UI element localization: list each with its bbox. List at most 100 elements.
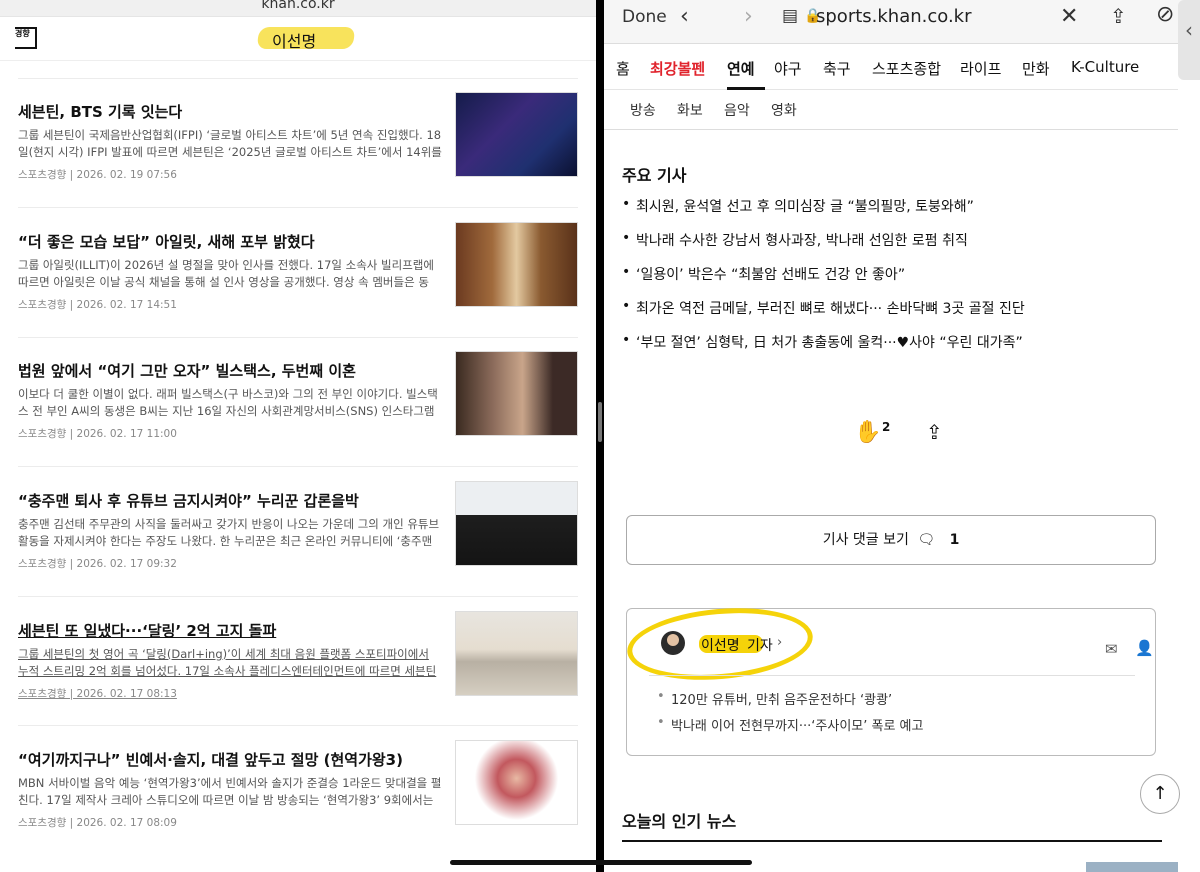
- subnav-item[interactable]: 영화: [771, 100, 797, 120]
- clap-count: 2: [882, 420, 891, 434]
- subnav-item[interactable]: 음악: [724, 100, 750, 120]
- reporter-articles: 120만 유튜버, 만취 음주운전하다 ‘쾅쾅’ 박나래 이어 전현무까지···…: [657, 689, 923, 741]
- article-meta: 스포츠경향 | 2026. 02. 17 08:09: [18, 817, 177, 829]
- divider: [18, 466, 578, 467]
- key-article-link[interactable]: ‘부모 절연’ 심형탁, 日 처가 총출동에 울컥···♥사야 “우린 대가족”: [622, 332, 1162, 366]
- sub-nav: 방송 화보 음악 영화: [604, 90, 1178, 130]
- article-item[interactable]: 법원 앞에서 “여기 그만 오자” 빌스택스, 두번째 이혼 이보다 더 쿨한 …: [18, 351, 578, 470]
- popular-news-title: 오늘의 인기 뉴스: [622, 812, 737, 831]
- share-icon[interactable]: ⇪: [926, 420, 943, 444]
- comment-icon: 🗨: [917, 532, 936, 548]
- key-article-link[interactable]: 박나래 수사한 강남서 형사과장, 박나래 선임한 로펌 취직: [622, 230, 1162, 264]
- article-thumbnail[interactable]: [455, 222, 578, 307]
- article-title[interactable]: 세븐틴 또 일냈다···‘달링’ 2억 고지 돌파: [18, 620, 448, 641]
- share-icon[interactable]: ⇪: [1110, 4, 1127, 28]
- nav-item[interactable]: 스포츠종합: [872, 58, 941, 79]
- compass-icon[interactable]: ⊘: [1156, 2, 1174, 27]
- divider: [18, 337, 578, 338]
- article-thumbnail[interactable]: [455, 92, 578, 177]
- category-nav: 홈 최강볼펜 연예 야구 축구 스포츠종합 라이프 만화 K-Culture: [604, 44, 1178, 90]
- reporter-card: 이선명 기자 › ✉ 👤 120만 유튜버, 만취 음주운전하다 ‘쾅쾅’ 박나…: [624, 601, 1156, 756]
- article-actions: ✋ 2 ⇪: [854, 420, 964, 450]
- article-summary: 그룹 세븐틴의 첫 영어 곡 ‘달링(Darl+ing)’이 세계 최대 음원 …: [18, 647, 437, 678]
- mail-icon[interactable]: ✉: [1105, 640, 1118, 658]
- back-icon[interactable]: ‹: [680, 4, 689, 29]
- divider: [18, 596, 578, 597]
- view-comments-button[interactable]: 기사 댓글 보기 🗨 1: [626, 515, 1156, 565]
- divider: [649, 675, 1135, 676]
- article-title[interactable]: “여기까지구나” 빈예서·솔지, 대결 앞두고 절망 (현역가왕3): [18, 749, 448, 770]
- article-item[interactable]: “여기까지구나” 빈예서·솔지, 대결 앞두고 절망 (현역가왕3) MBN 서…: [18, 740, 578, 859]
- nav-item[interactable]: 야구: [774, 58, 802, 79]
- article-meta: 스포츠경향 | 2026. 02. 17 09:32: [18, 558, 177, 570]
- article-title[interactable]: 세븐틴, BTS 기록 잇는다: [18, 101, 448, 122]
- page-title: 이선명: [272, 32, 317, 51]
- article-thumbnail[interactable]: [455, 351, 578, 436]
- comments-label: 기사 댓글 보기: [822, 532, 909, 548]
- nav-item[interactable]: K-Culture: [1071, 58, 1139, 76]
- article-title[interactable]: “더 좋은 모습 보답” 아일릿, 새해 포부 밝혔다: [18, 231, 448, 252]
- arrow-up-icon: ↑: [1152, 783, 1168, 804]
- reporter-role[interactable]: 기자: [747, 635, 773, 655]
- split-handle[interactable]: [598, 402, 602, 442]
- home-indicator[interactable]: [450, 860, 752, 865]
- khan-logo[interactable]: 경향: [15, 27, 37, 49]
- article-meta: 스포츠경향 | 2026. 02. 17 14:51: [18, 299, 177, 311]
- site-header: 경향 이선명: [0, 17, 596, 61]
- key-article-link[interactable]: ‘일용이’ 박은수 “최불암 선배도 건강 안 좋아”: [622, 264, 1162, 298]
- follow-icon[interactable]: 👤: [1135, 639, 1154, 657]
- divider: [18, 78, 578, 79]
- nav-item[interactable]: 최강볼펜: [650, 58, 705, 79]
- sidebar-tab[interactable]: ‹: [1178, 0, 1200, 80]
- subnav-item[interactable]: 화보: [677, 100, 703, 120]
- reporter-name[interactable]: 이선명: [701, 635, 740, 655]
- article-item[interactable]: 세븐틴, BTS 기록 잇는다 그룹 세븐틴이 국제음반산업협회(IFPI) ‘…: [18, 92, 578, 211]
- article-title[interactable]: “충주맨 퇴사 후 유튜브 금지시켜야” 누리꾼 갑론을박: [18, 490, 448, 511]
- logo-text: 경향: [15, 29, 30, 38]
- page-url[interactable]: sports.khan.co.kr: [816, 6, 972, 27]
- clap-icon[interactable]: ✋: [854, 420, 881, 445]
- subnav-item[interactable]: 방송: [630, 100, 656, 120]
- url-bar[interactable]: khan.co.kr: [0, 0, 596, 17]
- forward-icon[interactable]: ›: [744, 4, 753, 29]
- article-item[interactable]: “더 좋은 모습 보답” 아일릿, 새해 포부 밝혔다 그룹 아일릿(ILLIT…: [18, 222, 578, 341]
- nav-item[interactable]: 만화: [1022, 58, 1050, 79]
- article-summary: 충주맨 김선태 주무관의 사직을 둘러싸고 갖가지 반응이 나오는 가운데 그의…: [18, 517, 440, 548]
- key-article-link[interactable]: 최가온 역전 금메달, 부러진 뼈로 해냈다··· 손바닥뼈 3곳 골절 진단: [622, 298, 1162, 332]
- article-summary: 그룹 아일릿(ILLIT)이 2026년 설 명절을 맞아 인사를 전했다. 1…: [18, 258, 434, 289]
- article-thumbnail[interactable]: [455, 611, 578, 696]
- article-summary: 이보다 더 쿨한 이별이 없다. 래퍼 빌스택스(구 바스코)와 그의 전 부인…: [18, 387, 438, 418]
- article-item[interactable]: 세븐틴 또 일냈다···‘달링’ 2억 고지 돌파 그룹 세븐틴의 첫 영어 곡…: [18, 611, 578, 730]
- done-button[interactable]: Done: [622, 7, 667, 27]
- reporter-article-link[interactable]: 120만 유튜버, 만취 음주운전하다 ‘쾅쾅’: [657, 689, 923, 715]
- comments-count: 1: [949, 532, 960, 548]
- article-meta: 스포츠경향 | 2026. 02. 19 07:56: [18, 169, 177, 181]
- left-pane: khan.co.kr 경향 이선명 세븐틴, BTS 기록 잇는다 그룹 세븐틴…: [0, 0, 596, 872]
- article-meta: 스포츠경향 | 2026. 02. 17 11:00: [18, 428, 177, 440]
- right-pane: Done ‹ › ▤ 🔒 sports.khan.co.kr ✕ ⇪ ⊘ ‹ 홈…: [604, 0, 1200, 872]
- nav-item[interactable]: 연예: [727, 58, 755, 79]
- chevron-right-icon[interactable]: ›: [777, 635, 782, 650]
- divider: [18, 725, 578, 726]
- article-thumbnail[interactable]: [455, 740, 578, 825]
- article-summary: MBN 서바이벌 음악 예능 ‘현역가왕3’에서 빈예서와 솔지가 준결승 1라…: [18, 776, 442, 807]
- avatar[interactable]: [661, 631, 685, 655]
- divider: [622, 840, 1162, 842]
- nav-item[interactable]: 축구: [823, 58, 851, 79]
- nav-item[interactable]: 홈: [616, 58, 630, 79]
- reporter-article-link[interactable]: 박나래 이어 전현무까지···‘주사이모’ 폭로 예고: [657, 715, 923, 741]
- url-text: khan.co.kr: [261, 0, 335, 12]
- key-article-link[interactable]: 최시원, 윤석열 선고 후 의미심장 글 “불의필망, 토붕와해”: [622, 196, 1162, 230]
- close-icon[interactable]: ✕: [1060, 4, 1078, 29]
- nav-item[interactable]: 라이프: [960, 58, 1001, 79]
- article-title[interactable]: 법원 앞에서 “여기 그만 오자” 빌스택스, 두번째 이혼: [18, 360, 448, 381]
- scroll-top-button[interactable]: ↑: [1140, 774, 1180, 814]
- article-thumbnail[interactable]: [455, 481, 578, 566]
- article-item[interactable]: “충주맨 퇴사 후 유튜브 금지시켜야” 누리꾼 갑론을박 충주맨 김선태 주무…: [18, 481, 578, 600]
- popular-thumbnail[interactable]: [1086, 862, 1178, 872]
- key-articles-list: 최시원, 윤석열 선고 후 의미심장 글 “불의필망, 토붕와해” 박나래 수사…: [622, 196, 1162, 366]
- divider: [18, 207, 578, 208]
- article-summary: 그룹 세븐틴이 국제음반산업협회(IFPI) ‘글로벌 아티스트 차트’에 5년…: [18, 128, 442, 159]
- split-view-divider[interactable]: [596, 0, 604, 872]
- reader-icon[interactable]: ▤: [782, 6, 798, 26]
